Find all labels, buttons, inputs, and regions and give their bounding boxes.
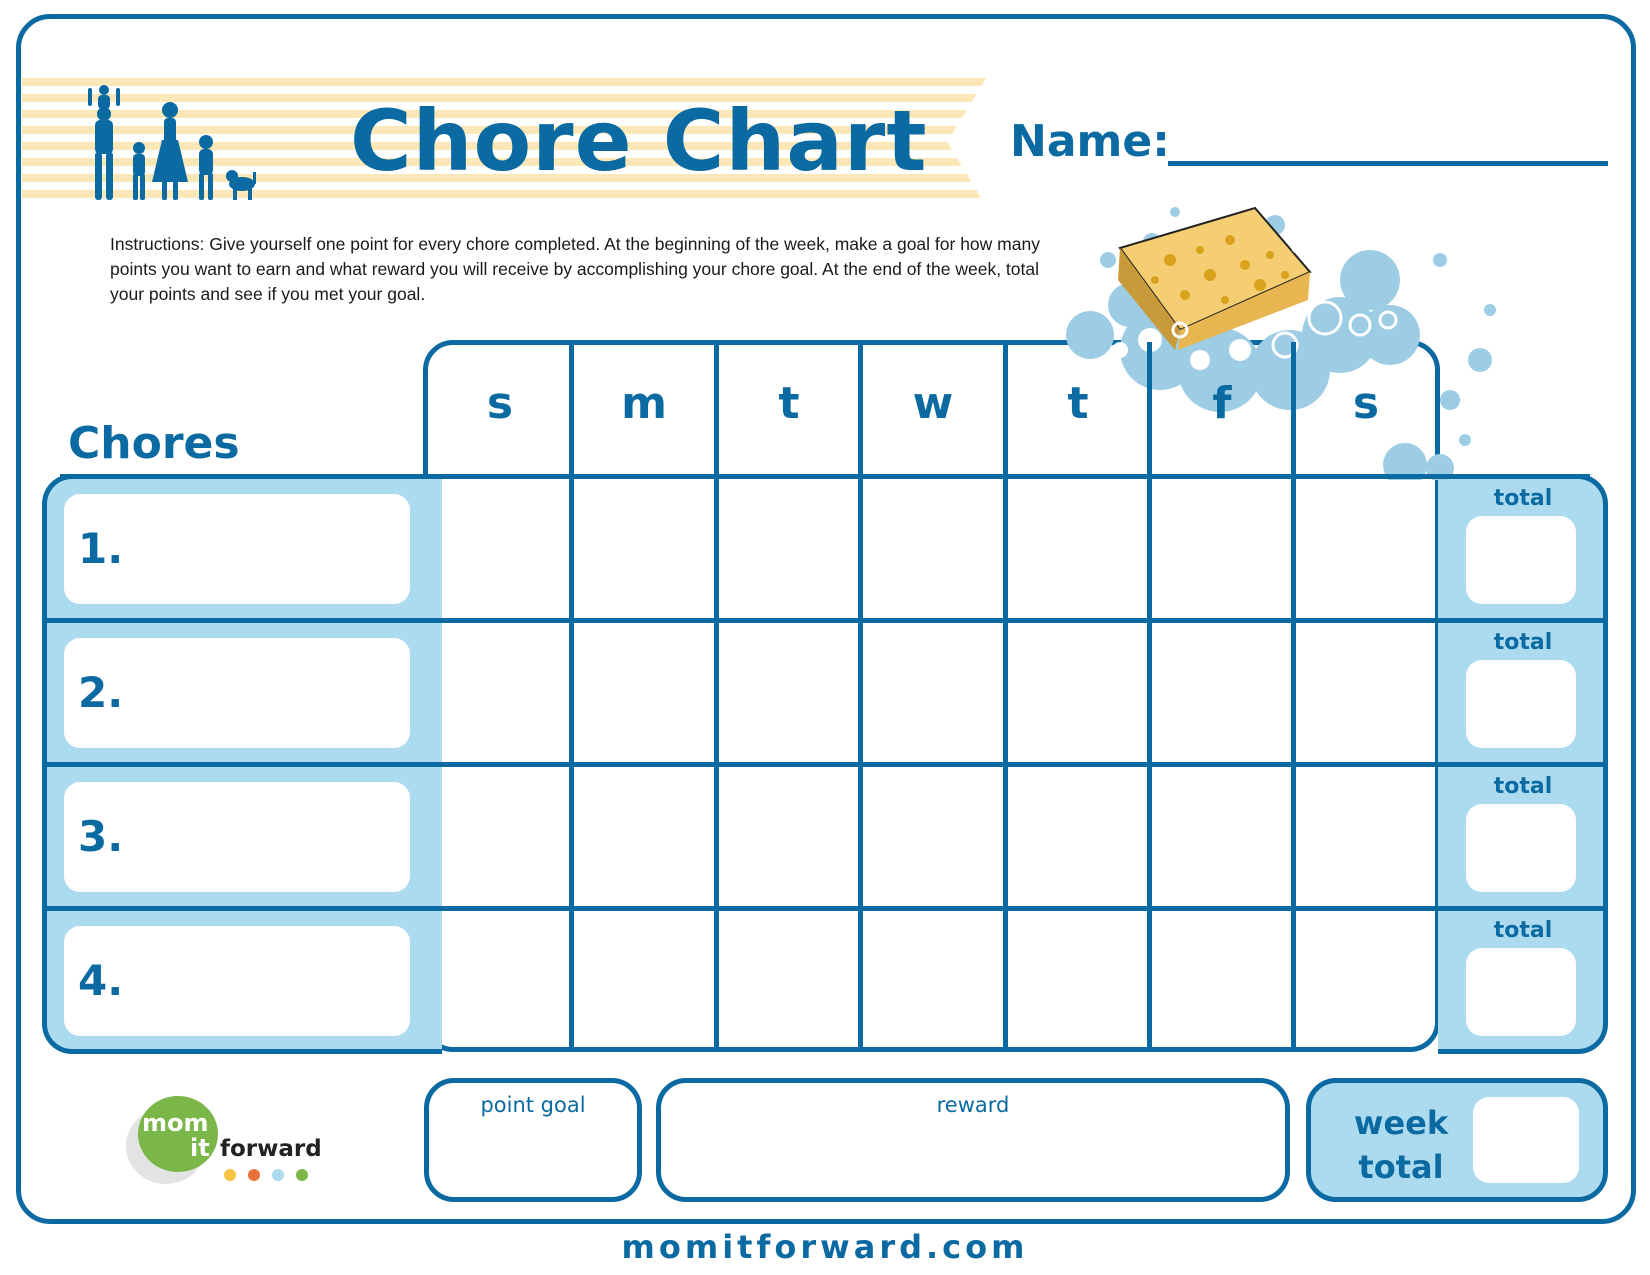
day-check-cell[interactable] — [863, 479, 1003, 618]
row-total-field[interactable] — [1466, 804, 1576, 892]
logo-text-forward: forward — [220, 1136, 322, 1162]
day-header-saturday: s — [1352, 378, 1380, 429]
day-check-cell[interactable] — [1008, 767, 1147, 906]
day-header-friday: f — [1212, 378, 1232, 429]
name-label: Name: — [1010, 116, 1170, 167]
chores-heading: Chores — [68, 418, 240, 469]
row-total-label: total — [1493, 918, 1553, 943]
day-header-tuesday: t — [778, 378, 800, 429]
day-check-cell[interactable] — [1008, 911, 1147, 1047]
day-check-cell[interactable] — [1296, 623, 1436, 762]
row-total-label: total — [1493, 486, 1553, 511]
day-check-cell[interactable] — [863, 767, 1003, 906]
day-header-sunday: s — [486, 378, 514, 429]
day-check-cell[interactable] — [1296, 767, 1436, 906]
day-check-cell[interactable] — [574, 767, 714, 906]
chore-name-field[interactable]: 4. — [64, 926, 410, 1036]
point-goal-label: point goal — [480, 1093, 586, 1117]
week-total-panel: week total — [1306, 1078, 1608, 1202]
logo-text-mom: mom — [142, 1109, 209, 1137]
day-check-cell[interactable] — [428, 767, 569, 906]
day-check-cell[interactable] — [1008, 479, 1147, 618]
logo-dot — [272, 1169, 284, 1181]
day-header-thursday: t — [1067, 378, 1089, 429]
day-check-cell[interactable] — [719, 623, 858, 762]
day-check-cell[interactable] — [574, 479, 714, 618]
website-url[interactable]: momitforward.com — [0, 1228, 1650, 1266]
chore-name-field[interactable]: 1. — [64, 494, 410, 604]
day-check-cell[interactable] — [1152, 911, 1291, 1047]
day-header-monday: m — [621, 378, 667, 429]
day-check-cell[interactable] — [863, 911, 1003, 1047]
chore-number: 4. — [78, 956, 124, 1005]
day-check-cell[interactable] — [574, 911, 714, 1047]
chore-number: 3. — [78, 812, 124, 861]
reward-field[interactable]: reward — [656, 1078, 1290, 1202]
row-total-field[interactable] — [1466, 516, 1576, 604]
logo-dot — [248, 1169, 260, 1181]
point-goal-field[interactable]: point goal — [424, 1078, 642, 1202]
day-check-cell[interactable] — [1152, 623, 1291, 762]
instructions-text: Instructions: Give yourself one point fo… — [110, 234, 1040, 304]
week-total-field[interactable] — [1473, 1097, 1579, 1183]
sponge-bubbles-icon — [1066, 206, 1496, 480]
logo-text-it: it — [190, 1134, 210, 1162]
day-check-cell[interactable] — [1152, 479, 1291, 618]
day-check-cell[interactable] — [1296, 911, 1436, 1047]
logo-dot — [296, 1169, 308, 1181]
week-total-label: week total — [1353, 1104, 1449, 1186]
day-check-cell[interactable] — [719, 479, 858, 618]
day-check-cell[interactable] — [1008, 623, 1147, 762]
day-check-cell[interactable] — [1296, 479, 1436, 618]
day-check-cell[interactable] — [719, 767, 858, 906]
day-header-wednesday: w — [912, 378, 954, 429]
row-total-label: total — [1493, 630, 1553, 655]
day-check-cell[interactable] — [1152, 767, 1291, 906]
row-total-label: total — [1493, 774, 1553, 799]
day-check-cell[interactable] — [863, 623, 1003, 762]
day-check-cell[interactable] — [719, 911, 858, 1047]
row-total-field[interactable] — [1466, 660, 1576, 748]
family-silhouette-icon — [88, 85, 256, 200]
name-field[interactable] — [1168, 161, 1608, 166]
day-check-cell[interactable] — [428, 479, 569, 618]
logo-dot — [224, 1169, 236, 1181]
day-check-cell[interactable] — [574, 623, 714, 762]
chore-name-field[interactable]: 3. — [64, 782, 410, 892]
chore-number: 1. — [78, 524, 124, 573]
day-check-cell[interactable] — [428, 623, 569, 762]
page-title: Chore Chart — [350, 92, 928, 190]
chore-name-field[interactable]: 2. — [64, 638, 410, 748]
day-check-cell[interactable] — [428, 911, 569, 1047]
mom-it-forward-logo: mom it forward — [126, 1096, 322, 1184]
chore-number: 2. — [78, 668, 124, 717]
row-total-field[interactable] — [1466, 948, 1576, 1036]
reward-label: reward — [936, 1093, 1010, 1117]
